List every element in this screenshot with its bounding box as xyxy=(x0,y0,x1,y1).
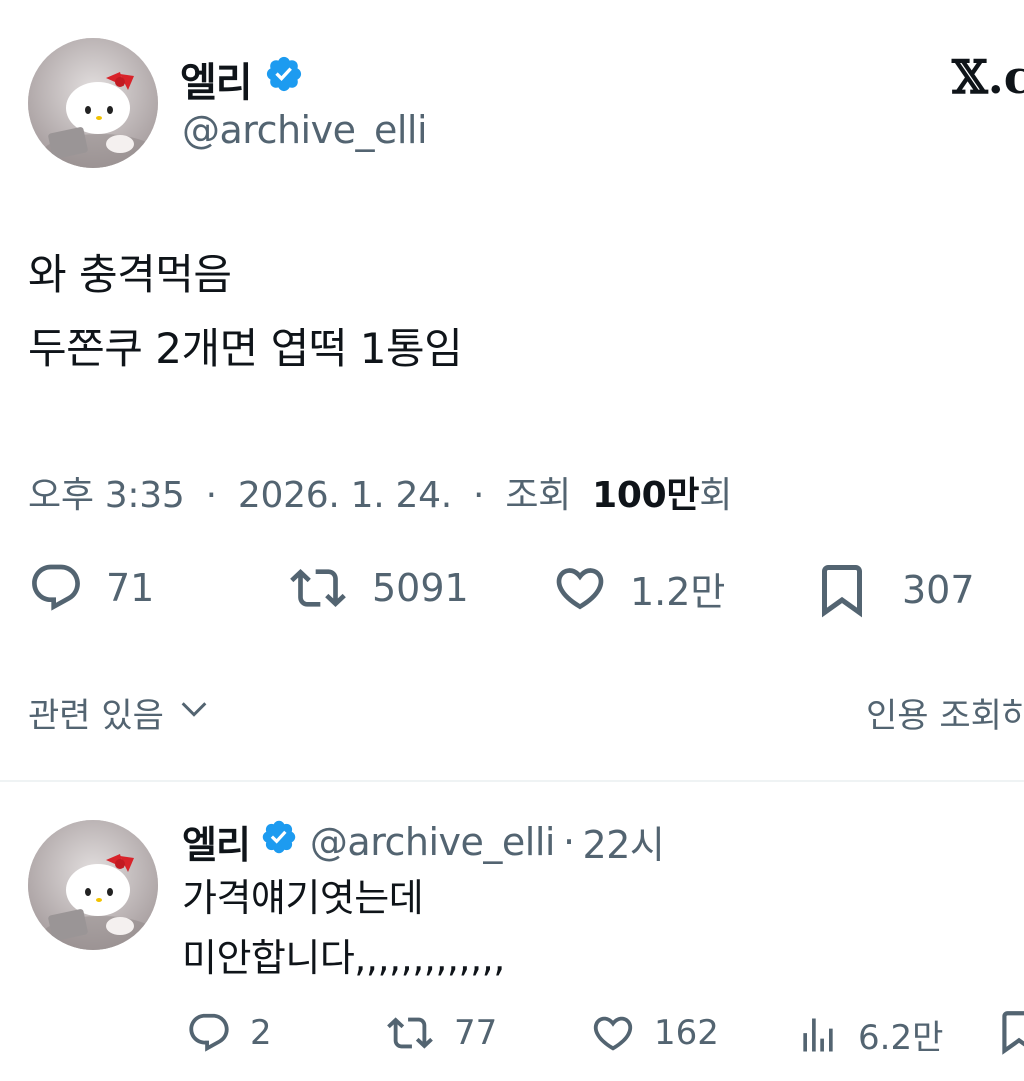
reply-reply-action[interactable]: 2 xyxy=(186,1010,272,1056)
related-toggle[interactable]: 관련 있음 xyxy=(28,688,210,737)
like-icon xyxy=(590,1010,636,1056)
verified-badge-icon xyxy=(260,818,298,865)
retweet-icon xyxy=(384,1010,436,1056)
reply-bookmark-action[interactable] xyxy=(994,1004,1024,1060)
reply-action[interactable]: 71 xyxy=(28,560,154,616)
views-icon xyxy=(796,1012,840,1058)
reply-header: 엘리 @archive_elli · 22시 xyxy=(182,814,665,869)
reply-views-action[interactable]: 6.2만 xyxy=(796,1010,943,1059)
reply-reply-count: 2 xyxy=(250,1013,272,1053)
reply-count: 71 xyxy=(106,566,155,610)
like-icon xyxy=(552,560,608,616)
tweet-text-line-2: 두쫀쿠 2개면 엽떡 1통임 xyxy=(28,324,463,373)
reply-author-handle[interactable]: @archive_elli xyxy=(310,820,556,864)
view-quotes-link[interactable]: 인용 조회하 xyxy=(866,688,1024,737)
verified-badge-icon xyxy=(264,54,304,104)
views-label: 조회 xyxy=(505,475,571,516)
reply-author-avatar[interactable] xyxy=(28,820,158,950)
retweet-action[interactable]: 5091 xyxy=(286,560,469,616)
reply-retweet-count: 77 xyxy=(454,1013,498,1053)
like-action[interactable]: 1.2만 xyxy=(552,560,725,616)
meta-separator: · xyxy=(205,475,217,516)
divider xyxy=(0,780,1024,782)
reply-like-action[interactable]: 162 xyxy=(590,1010,719,1056)
bookmark-icon xyxy=(812,560,872,620)
retweet-count: 5091 xyxy=(372,566,469,610)
reply-retweet-action[interactable]: 77 xyxy=(384,1010,497,1056)
related-label: 관련 있음 xyxy=(28,696,164,736)
x-logo[interactable]: 𝕏.c xyxy=(952,50,1024,104)
reply-like-count: 162 xyxy=(654,1013,719,1053)
bookmark-action[interactable]: 307 xyxy=(812,560,975,620)
reply-views-count: 6.2만 xyxy=(858,1018,944,1058)
retweet-icon xyxy=(286,560,350,616)
reply-time[interactable]: 22시 xyxy=(583,814,665,869)
reply-text-line-2: 미안합니다,,,,,,,,,,,,, xyxy=(182,936,505,980)
hello-kitty-avatar-image xyxy=(28,820,158,950)
views-value: 100만 xyxy=(592,475,700,516)
tweet-meta: 오후 3:35 · 2026. 1. 24. · 조회 100만회 xyxy=(28,466,732,518)
meta-separator: · xyxy=(473,475,485,516)
views-suffix: 회 xyxy=(699,475,733,516)
reply-icon xyxy=(28,560,84,616)
bookmark-count: 307 xyxy=(902,568,975,612)
author-handle[interactable]: @archive_elli xyxy=(182,108,428,152)
hello-kitty-avatar-image xyxy=(28,38,158,168)
reply-icon xyxy=(186,1010,232,1056)
chevron-down-icon xyxy=(178,692,210,733)
tweet-date[interactable]: 2026. 1. 24. xyxy=(238,475,452,516)
like-count: 1.2만 xyxy=(630,569,726,614)
reply-separator: · xyxy=(562,819,575,864)
author-avatar[interactable] xyxy=(28,38,158,168)
bookmark-icon xyxy=(994,1004,1024,1060)
author-name[interactable]: 엘리 xyxy=(180,50,253,108)
reply-author-name[interactable]: 엘리 xyxy=(182,814,251,869)
tweet-time[interactable]: 오후 3:35 xyxy=(28,475,185,516)
tweet-text-line-1: 와 충격먹음 xyxy=(28,250,232,299)
reply-text-line-1: 가격얘기엿는데 xyxy=(182,876,424,920)
